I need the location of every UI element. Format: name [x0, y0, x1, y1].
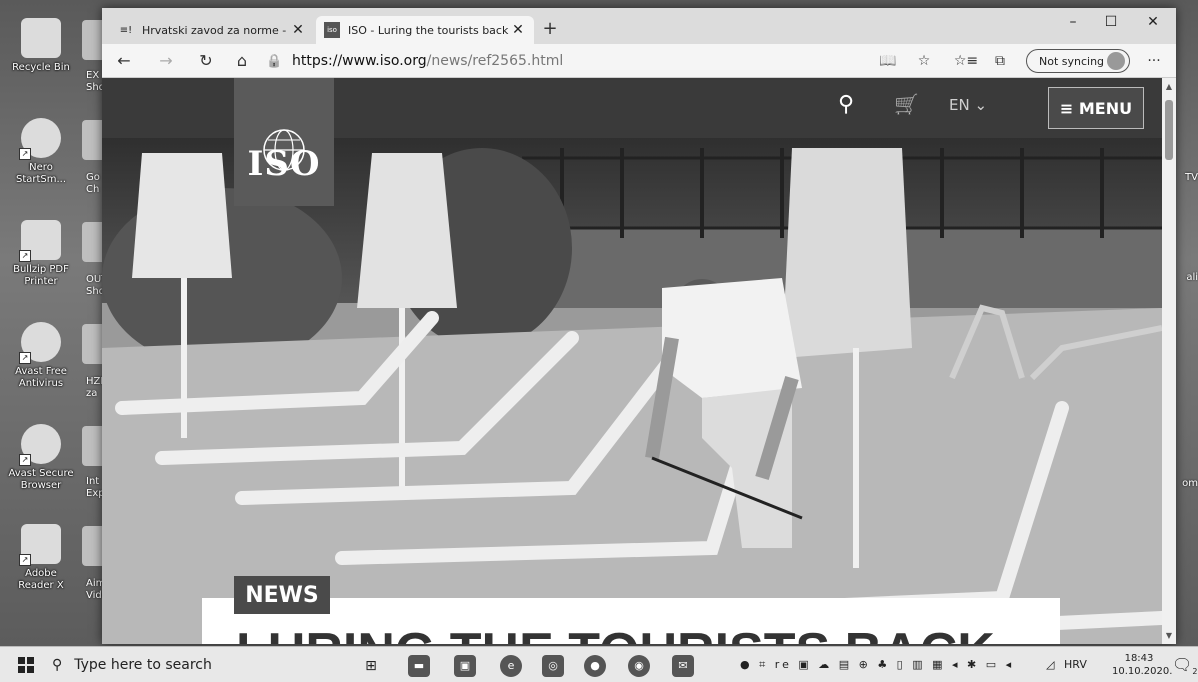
- network-icon[interactable]: ◿: [1046, 647, 1054, 682]
- desktop-icon-avast-browser[interactable]: ↗ Avast Secure Browser: [6, 424, 76, 492]
- recycle-bin-icon: [21, 18, 61, 58]
- desktop-icon-nero[interactable]: ↗ Nero StartSm...: [6, 118, 76, 186]
- news-tag[interactable]: NEWS: [234, 576, 330, 614]
- scroll-down-icon[interactable]: ▼: [1162, 631, 1176, 640]
- nero-icon: ↗: [19, 118, 61, 160]
- forward-button[interactable]: →: [152, 48, 180, 74]
- reader-view-icon[interactable]: 📖: [874, 48, 902, 74]
- desktop-icon-bullzip[interactable]: ↗ Bullzip PDF Printer: [6, 220, 76, 288]
- desktop-icon-label: Nero StartSm...: [15, 162, 67, 185]
- store-icon[interactable]: ▣: [454, 655, 476, 677]
- desktop-icon-adobe-reader[interactable]: ↗ Adobe Reader X: [6, 524, 76, 592]
- avast-browser-icon: ↗: [19, 424, 61, 466]
- task-view-icon[interactable]: ⊞: [360, 655, 382, 677]
- favorites-icon[interactable]: ☆≡: [952, 48, 980, 74]
- tab-title: ISO - Luring the tourists back: [348, 23, 509, 37]
- system-clock[interactable]: 18:43 10.10.2020.: [1112, 652, 1173, 678]
- more-options-icon[interactable]: ···: [1140, 48, 1168, 74]
- firefox-icon[interactable]: ●: [584, 655, 606, 677]
- iso-favicon-icon: iso: [324, 22, 340, 38]
- cart-icon[interactable]: 🛒: [894, 92, 919, 116]
- avast-icon: ↗: [19, 322, 61, 364]
- tab-favicon-icon: ≡!: [119, 24, 133, 36]
- address-bar-row: ← → ↻ ⌂ 🔒 https://www.iso.org/news/ref25…: [102, 44, 1176, 78]
- webpage: ISO ⚲ 🛒 EN ⌄ ≡ MENU LURING THE TOURISTS …: [102, 78, 1162, 644]
- tab-title: Hrvatski zavod za norme - Naslo: [142, 23, 290, 37]
- desktop-icon-label: Avast Free Antivirus: [15, 366, 67, 389]
- pdf-printer-icon: ↗: [19, 220, 61, 262]
- page-scrollbar[interactable]: ▲ ▼: [1162, 78, 1176, 644]
- url-field[interactable]: 🔒 https://www.iso.org/news/ref2565.html: [266, 48, 952, 74]
- url-path: /news/ref2565.html: [426, 53, 564, 69]
- app-icon[interactable]: ◎: [542, 655, 564, 677]
- desktop-icon-label: Bullzip PDF Printer: [13, 264, 69, 287]
- scroll-up-icon[interactable]: ▲: [1162, 82, 1176, 91]
- chrome-icon[interactable]: ◉: [628, 655, 650, 677]
- close-tab-icon[interactable]: ✕: [510, 22, 526, 38]
- mail-icon[interactable]: ✉: [672, 655, 694, 677]
- tab-bar: ≡! Hrvatski zavod za norme - Naslo ✕ iso…: [102, 8, 1176, 44]
- refresh-button[interactable]: ↻: [192, 48, 220, 74]
- home-button[interactable]: ⌂: [228, 48, 256, 74]
- collections-icon[interactable]: ⧉: [986, 48, 1014, 74]
- desktop-icon-recycle-bin[interactable]: Recycle Bin: [6, 18, 76, 74]
- profile-avatar: [1107, 52, 1125, 70]
- back-button[interactable]: ←: [110, 48, 138, 74]
- iso-logo[interactable]: ISO: [234, 78, 334, 206]
- app-icon[interactable]: ▬: [408, 655, 430, 677]
- system-tray-icons[interactable]: ● ⌗ re ▣ ☁ ▤ ⊕ ♣ ▯ ▥ ▦ ◂ ✱ ▭ ◂: [740, 647, 1014, 682]
- sync-button[interactable]: Not syncing: [1026, 49, 1130, 73]
- favorite-star-icon[interactable]: ☆: [910, 48, 938, 74]
- desktop-icon-label: Avast Secure Browser: [8, 468, 74, 491]
- desktop-icon-partial-label: TV: [1185, 172, 1198, 183]
- browser-window: ≡! Hrvatski zavod za norme - Naslo ✕ iso…: [102, 8, 1176, 644]
- url-host: https://www.iso.org: [292, 53, 427, 69]
- search-placeholder: Type here to search: [74, 657, 212, 673]
- desktop-icon-avast-antivirus[interactable]: ↗ Avast Free Antivirus: [6, 322, 76, 390]
- language-indicator[interactable]: HRV: [1064, 647, 1087, 682]
- desktop-icon-label: Adobe Reader X: [18, 568, 64, 591]
- close-tab-icon[interactable]: ✕: [290, 22, 306, 38]
- scrollbar-thumb[interactable]: [1165, 100, 1173, 160]
- headline-card: LURING THE TOURISTS BACK: [202, 598, 1060, 644]
- lock-icon[interactable]: 🔒: [266, 54, 282, 69]
- windows-start-icon[interactable]: [18, 657, 34, 673]
- adobe-reader-icon: ↗: [19, 524, 61, 566]
- tab-hzn[interactable]: ≡! Hrvatski zavod za norme - Naslo ✕: [110, 16, 314, 44]
- logo-text: ISO: [247, 144, 321, 184]
- menu-button[interactable]: ≡ MENU: [1048, 87, 1144, 129]
- search-icon[interactable]: ⚲: [838, 92, 854, 117]
- article-headline: LURING THE TOURISTS BACK: [236, 622, 995, 644]
- taskbar-search[interactable]: ⚲ Type here to search: [52, 647, 342, 682]
- desktop-icon-partial-label: ali: [1186, 272, 1198, 283]
- tab-iso[interactable]: iso ISO - Luring the tourists back ✕: [316, 16, 534, 44]
- desktop-icon-label: Recycle Bin: [12, 62, 70, 73]
- notification-center-icon[interactable]: 🗨2: [1172, 655, 1197, 676]
- close-window-button[interactable]: ✕: [1130, 8, 1176, 38]
- search-icon: ⚲: [52, 657, 63, 673]
- clock-date: 10.10.2020.: [1112, 666, 1173, 677]
- sync-label: Not syncing: [1039, 54, 1105, 68]
- desktop-icon-partial-label: Go Ch: [86, 172, 100, 195]
- clock-time: 18:43: [1124, 653, 1154, 664]
- taskbar: ⚲ Type here to search ⊞ ▬ ▣ e ◎ ● ◉ ✉ ● …: [0, 646, 1198, 682]
- maximize-button[interactable]: ☐: [1088, 8, 1134, 38]
- desktop-icon-partial-label: om: [1182, 478, 1198, 489]
- notification-count: 2: [1192, 667, 1198, 677]
- language-selector[interactable]: EN ⌄: [949, 96, 987, 114]
- edge-icon[interactable]: e: [500, 655, 522, 677]
- new-tab-button[interactable]: +: [538, 18, 562, 42]
